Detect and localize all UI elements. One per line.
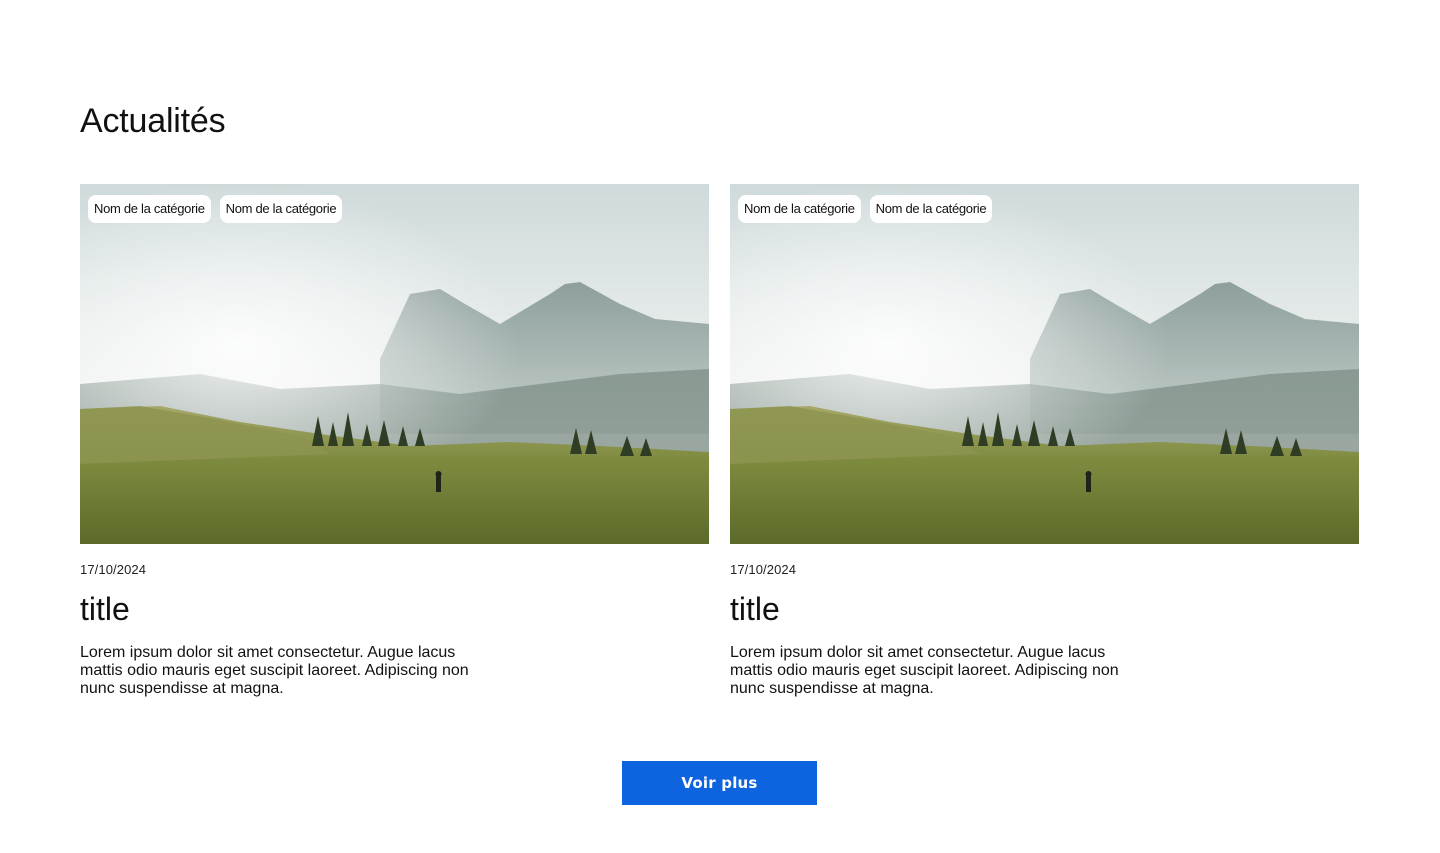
news-card[interactable]: Nom de la catégorie Nom de la catégorie … — [80, 184, 709, 697]
news-card[interactable]: Nom de la catégorie Nom de la catégorie … — [730, 184, 1359, 697]
section-title: Actualités — [80, 102, 226, 140]
card-date: 17/10/2024 — [730, 562, 797, 577]
landscape-image — [730, 184, 1359, 544]
card-image[interactable]: Nom de la catégorie Nom de la catégorie — [730, 184, 1359, 544]
category-tag[interactable]: Nom de la catégorie — [738, 195, 861, 223]
category-tags: Nom de la catégorie Nom de la catégorie — [738, 195, 993, 223]
category-tags: Nom de la catégorie Nom de la catégorie — [88, 195, 343, 223]
card-description: Lorem ipsum dolor sit amet consectetur. … — [80, 644, 469, 697]
card-date: 17/10/2024 — [80, 562, 147, 577]
see-more-button[interactable]: Voir plus — [622, 761, 817, 805]
card-description: Lorem ipsum dolor sit amet consectetur. … — [730, 644, 1119, 697]
card-image[interactable]: Nom de la catégorie Nom de la catégorie — [80, 184, 709, 544]
category-tag[interactable]: Nom de la catégorie — [219, 195, 343, 223]
card-title[interactable]: title — [80, 589, 130, 629]
card-title[interactable]: title — [730, 589, 780, 629]
landscape-image — [80, 184, 709, 544]
category-tag[interactable]: Nom de la catégorie — [869, 195, 993, 223]
category-tag[interactable]: Nom de la catégorie — [88, 195, 211, 223]
